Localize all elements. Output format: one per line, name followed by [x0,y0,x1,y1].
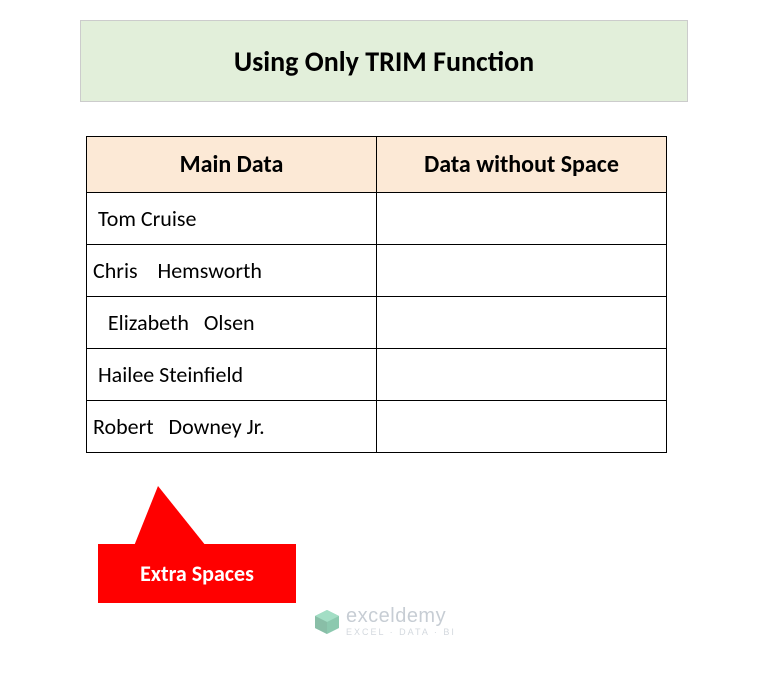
cell-main: Elizabeth Olsen [87,297,377,349]
cell-result [377,349,667,401]
cell-main: Chris Hemsworth [87,245,377,297]
table-row: Tom Cruise [87,193,667,245]
cell-result [377,245,667,297]
cell-main: Hailee Steinfield [87,349,377,401]
header-data-without-space: Data without Space [377,137,667,193]
watermark: exceldemy EXCEL · DATA · BI [314,606,456,637]
cell-result [377,401,667,453]
callout: Extra Spaces [98,486,318,603]
brand-logo-icon [314,609,340,635]
cell-result [377,297,667,349]
watermark-tagline: EXCEL · DATA · BI [346,628,456,637]
watermark-brand: exceldemy [346,606,456,626]
cell-result [377,193,667,245]
table-row: Hailee Steinfield [87,349,667,401]
cell-main: Tom Cruise [87,193,377,245]
callout-pointer-icon [134,486,206,546]
cell-main: Robert Downey Jr. [87,401,377,453]
header-main-data: Main Data [87,137,377,193]
table-row: Robert Downey Jr. [87,401,667,453]
table-row: Elizabeth Olsen [87,297,667,349]
data-table: Main Data Data without Space Tom Cruise … [86,136,667,453]
page-title: Using Only TRIM Function [80,20,688,102]
callout-label: Extra Spaces [98,544,296,603]
table-row: Chris Hemsworth [87,245,667,297]
